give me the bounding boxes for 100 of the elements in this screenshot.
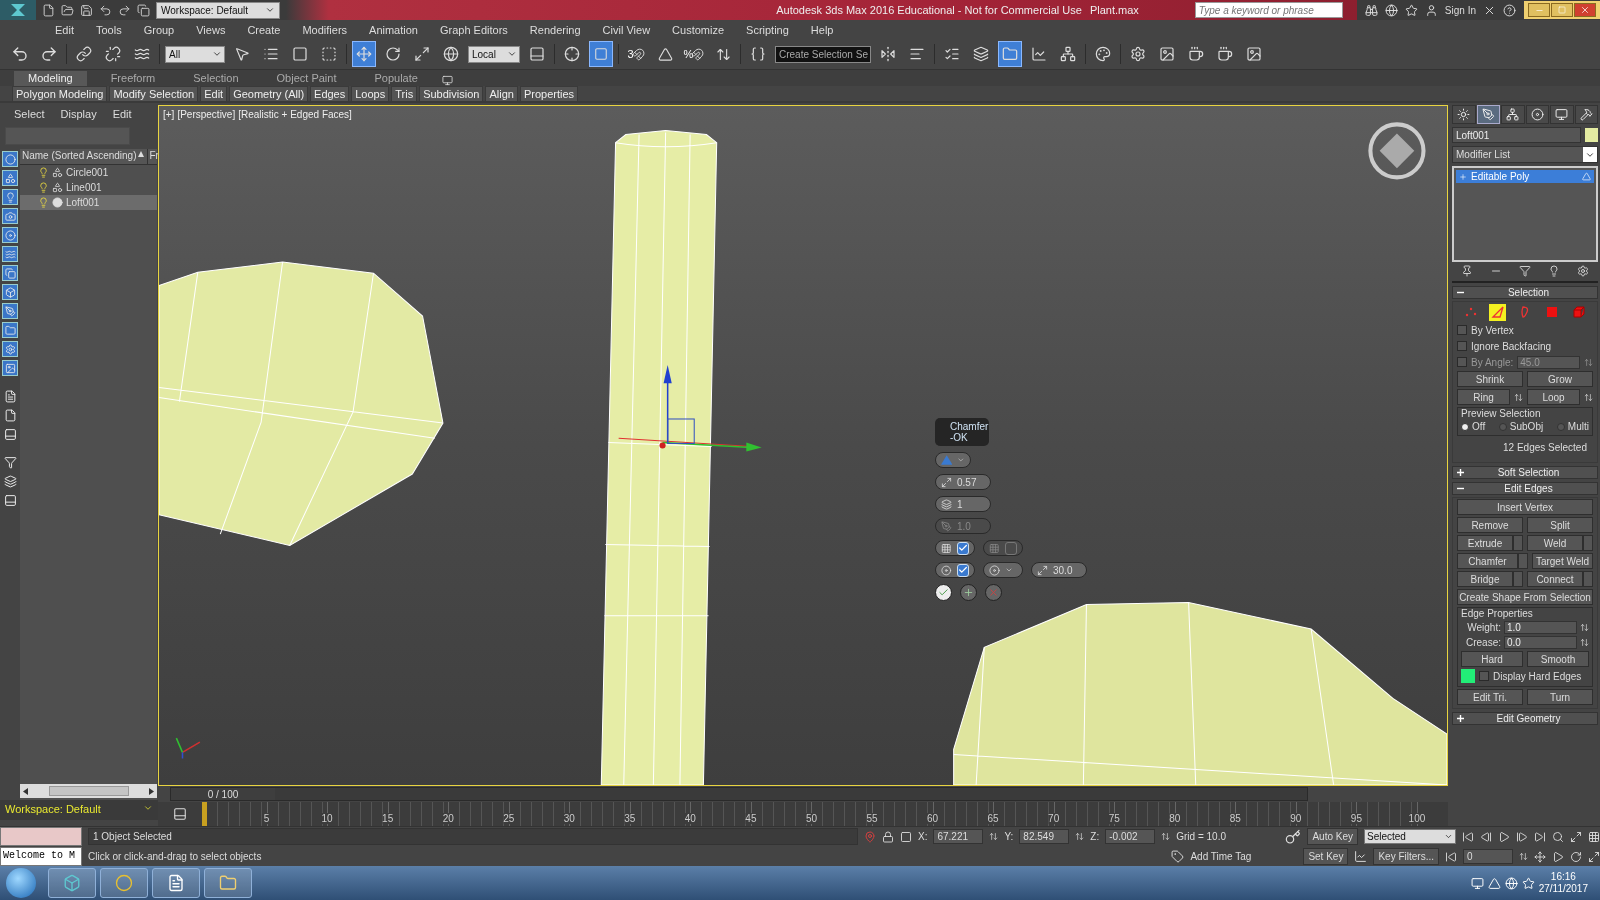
menu-item[interactable]: Rendering: [518, 23, 592, 36]
panel-button[interactable]: Ring: [1457, 389, 1510, 405]
key-filters-button[interactable]: Key Filters...: [1373, 848, 1439, 865]
panel-button[interactable]: Loop: [1527, 389, 1580, 405]
named-selection-dropdown[interactable]: Create Selection Se: [775, 45, 871, 63]
frame-number: 40: [684, 813, 696, 824]
menu-item[interactable]: Graph Editors: [428, 23, 519, 36]
menu-item[interactable]: Animation: [358, 23, 429, 36]
frame-number: 100: [1408, 813, 1426, 824]
coordinate-field[interactable]: -0.002: [1105, 829, 1156, 844]
ribbon-tab[interactable]: Modeling: [14, 71, 87, 86]
panel-button[interactable]: Grow: [1527, 371, 1593, 387]
scene-object-row[interactable]: Loft001: [20, 195, 157, 210]
frame-number: 60: [927, 813, 939, 824]
snap-label: 3: [627, 48, 634, 60]
ribbon-tab[interactable]: Object Paint: [262, 71, 351, 86]
frame-number: 65: [987, 813, 999, 824]
menu-item[interactable]: Help: [799, 23, 845, 36]
clock-time: 16:16: [1550, 871, 1576, 883]
current-frame-field[interactable]: 0: [1463, 849, 1513, 864]
percent-snap-label: %: [683, 48, 694, 60]
coordinate-label: Z:: [1090, 831, 1100, 842]
panel-button[interactable]: Edit Tri.: [1457, 689, 1523, 705]
viewport-label[interactable]: [Perspective]: [177, 109, 236, 120]
workspace-selector[interactable]: Workspace: Default: [0, 800, 158, 820]
clock-date: 27/11/2017: [1538, 883, 1588, 895]
panel-button[interactable]: Bridge: [1457, 571, 1513, 587]
ribbon-tab[interactable]: Freeform: [96, 71, 170, 86]
spinner-field[interactable]: 1.0: [1504, 621, 1577, 634]
rollout-header[interactable]: Selection: [1452, 286, 1598, 299]
frame-number: 15: [382, 813, 394, 824]
frame-number: 20: [442, 813, 454, 824]
panel-button[interactable]: Insert Vertex: [1457, 499, 1593, 515]
rollout-header[interactable]: Edit Geometry: [1452, 712, 1598, 725]
reference-coordinate-dropdown[interactable]: Local: [468, 45, 520, 63]
explorer-menu-item[interactable]: Edit: [104, 108, 140, 120]
checkbox-label: Ignore Backfacing: [1471, 340, 1552, 352]
viewport-label[interactable]: [Realistic + Edged Faces]: [238, 109, 352, 120]
auto-key-button[interactable]: Auto Key: [1307, 828, 1358, 845]
rollout-header[interactable]: Edit Edges: [1452, 482, 1598, 495]
checkbox-label: By Angle:: [1471, 356, 1514, 368]
object-name-field[interactable]: Loft001: [1452, 127, 1581, 143]
sign-in-link[interactable]: Sign In: [1444, 4, 1476, 16]
rollout-header[interactable]: Soft Selection: [1452, 466, 1598, 479]
panel-button[interactable]: Smooth: [1527, 651, 1589, 667]
panel-button[interactable]: Connect: [1527, 571, 1583, 587]
selection-status-field: 1 Object Selected: [88, 828, 858, 845]
add-time-tag-button[interactable]: Add Time Tag: [1190, 851, 1252, 862]
viewport-label[interactable]: [+]: [163, 109, 175, 120]
frame-number: 85: [1229, 813, 1241, 824]
time-slider-thumb[interactable]: 0 / 100: [171, 788, 275, 800]
frame-number: 80: [1169, 813, 1181, 824]
key-mode-dropdown[interactable]: Selected: [1364, 829, 1456, 844]
prompt-text: Click or click-and-drag to select objects: [88, 851, 262, 862]
spinner-field[interactable]: 0.0: [1504, 636, 1577, 649]
menu-item[interactable]: Create: [236, 23, 292, 36]
checkbox-label: By Vertex: [1471, 324, 1514, 336]
panel-button[interactable]: Target Weld: [1532, 553, 1593, 569]
menu-item[interactable]: Tools: [84, 23, 133, 36]
frame-number: 95: [1350, 813, 1362, 824]
menu-item[interactable]: Group: [132, 23, 186, 36]
panel-button[interactable]: Chamfer: [1457, 553, 1518, 569]
timeline-track[interactable]: 5 10 15 20 25 30 35 40 45 50 55 60 65 70 75 80 85 90 95 100: [158, 802, 1448, 826]
ribbon-tab[interactable]: Populate: [360, 71, 432, 86]
panel-button[interactable]: Split: [1527, 517, 1593, 533]
menu-item[interactable]: Modifiers: [291, 23, 359, 36]
caddy-spinner-field[interactable]: 1: [935, 496, 991, 512]
time-slider-track[interactable]: 0 / 100: [170, 787, 1308, 801]
coordinate-field[interactable]: 67.221: [933, 829, 984, 844]
ribbon-tab[interactable]: Selection: [179, 71, 253, 86]
selection-filter-dropdown[interactable]: All: [165, 45, 225, 63]
set-key-button[interactable]: Set Key: [1303, 848, 1349, 865]
caddy-title: Chamfer -OK: [935, 418, 989, 446]
modifier-list-dropdown[interactable]: Modifier List: [1452, 146, 1598, 163]
maxscript-output-field[interactable]: Welcome to M: [0, 847, 82, 866]
frame-number: 35: [624, 813, 636, 824]
menu-item[interactable]: Edit: [44, 23, 85, 36]
panel-button[interactable]: Shrink: [1457, 371, 1523, 387]
search-field[interactable]: Type a keyword or phrase: [1194, 2, 1343, 18]
smooth-threshold-field[interactable]: 30.0: [1031, 562, 1087, 578]
menu-item[interactable]: Scripting: [735, 23, 800, 36]
scene-object-row[interactable]: Circle001: [20, 165, 157, 180]
panel-button[interactable]: Remove: [1457, 517, 1523, 533]
panel-button[interactable]: Hard: [1461, 651, 1523, 667]
caddy-spinner-field[interactable]: 0.57: [935, 474, 991, 490]
explorer-menu-item[interactable]: Display: [52, 108, 105, 120]
coordinate-field[interactable]: 82.549: [1019, 829, 1070, 844]
panel-button[interactable]: Weld: [1527, 535, 1583, 551]
checkbox-label: Display Hard Edges: [1493, 670, 1582, 682]
frame-number: 75: [1108, 813, 1120, 824]
scene-object-row[interactable]: Line001: [20, 180, 157, 195]
panel-button[interactable]: Create Shape From Selection: [1457, 589, 1593, 605]
panel-button[interactable]: Extrude: [1457, 535, 1513, 551]
explorer-menu-item[interactable]: Select: [6, 108, 53, 120]
menu-item[interactable]: Views: [185, 23, 237, 36]
menu-item[interactable]: Customize: [661, 23, 736, 36]
panel-button[interactable]: Turn: [1527, 689, 1593, 705]
file-name: Plant.max: [1089, 4, 1139, 16]
menu-item[interactable]: Civil View: [591, 23, 662, 36]
workspace-dropdown[interactable]: Workspace: Default: [156, 1, 280, 19]
